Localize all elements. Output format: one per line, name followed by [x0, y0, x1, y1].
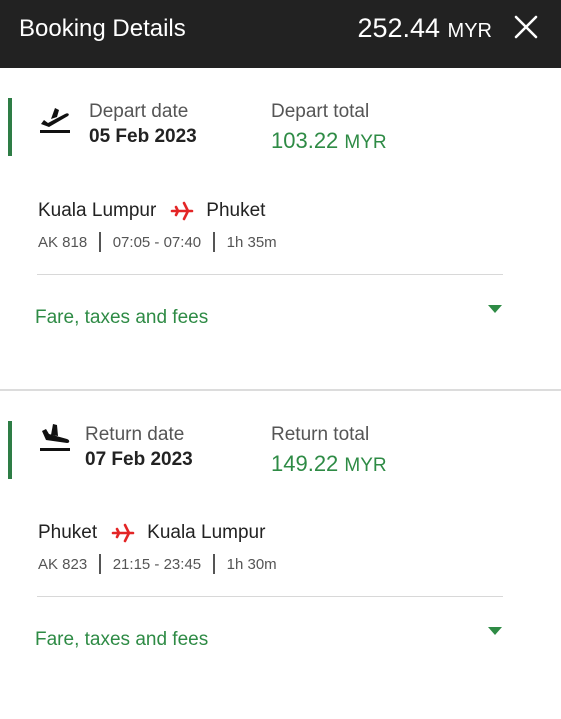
return-date-label: Return date [85, 424, 185, 445]
return-fare-toggle[interactable]: Fare, taxes and fees [35, 629, 208, 651]
depart-destination: Phuket [206, 200, 266, 221]
depart-total-value: 103.22 MYR [271, 128, 387, 154]
depart-total-currency: MYR [344, 132, 387, 153]
return-total-label: Return total [271, 424, 370, 445]
depart-origin: Kuala Lumpur [38, 200, 157, 221]
header-title: Booking Details [19, 15, 186, 42]
airplane-icon [111, 523, 135, 543]
caret-down-icon[interactable] [488, 305, 502, 313]
depart-total-label: Depart total [271, 101, 370, 122]
separator [213, 232, 215, 252]
header-total: 252.44 MYR [357, 13, 492, 44]
depart-date-value: 05 Feb 2023 [89, 126, 197, 147]
header-total-amount: 252.44 [357, 13, 441, 43]
depart-fare-toggle[interactable]: Fare, taxes and fees [35, 307, 208, 329]
return-accent-bar [8, 421, 12, 479]
depart-time: 07:05 - 07:40 [112, 233, 202, 251]
depart-flight-info: AK 818 07:05 - 07:40 1h 35m [38, 232, 277, 252]
return-date-value: 07 Feb 2023 [85, 449, 193, 470]
separator [99, 554, 101, 574]
close-icon[interactable] [513, 14, 539, 40]
return-total-amount: 149.22 [271, 451, 339, 476]
plane-landing-icon [40, 424, 70, 451]
return-total-value: 149.22 MYR [271, 451, 387, 477]
depart-flight-number: AK 818 [38, 233, 88, 251]
return-duration: 1h 30m [226, 555, 277, 573]
return-total-currency: MYR [344, 455, 387, 476]
header-total-currency: MYR [447, 20, 492, 42]
separator [99, 232, 101, 252]
return-route: Phuket Kuala Lumpur [38, 522, 265, 544]
return-origin: Phuket [38, 522, 98, 543]
depart-duration: 1h 35m [226, 233, 277, 251]
return-destination: Kuala Lumpur [147, 522, 266, 543]
depart-total-amount: 103.22 [271, 128, 339, 153]
caret-down-icon[interactable] [488, 627, 502, 635]
depart-divider [37, 274, 503, 275]
separator [213, 554, 215, 574]
return-divider [37, 596, 503, 597]
return-section: Return date 07 Feb 2023 Return total 149… [0, 391, 561, 719]
depart-route: Kuala Lumpur Phuket [38, 200, 265, 222]
booking-header: Booking Details 252.44 MYR [0, 0, 561, 68]
return-flight-info: AK 823 21:15 - 23:45 1h 30m [38, 554, 277, 574]
depart-section: Depart date 05 Feb 2023 Depart total 103… [0, 68, 561, 390]
return-time: 21:15 - 23:45 [112, 555, 202, 573]
depart-accent-bar [8, 98, 12, 156]
return-flight-number: AK 823 [38, 555, 88, 573]
airplane-icon [170, 201, 194, 221]
depart-date-label: Depart date [89, 101, 189, 122]
plane-takeoff-icon [40, 108, 70, 133]
